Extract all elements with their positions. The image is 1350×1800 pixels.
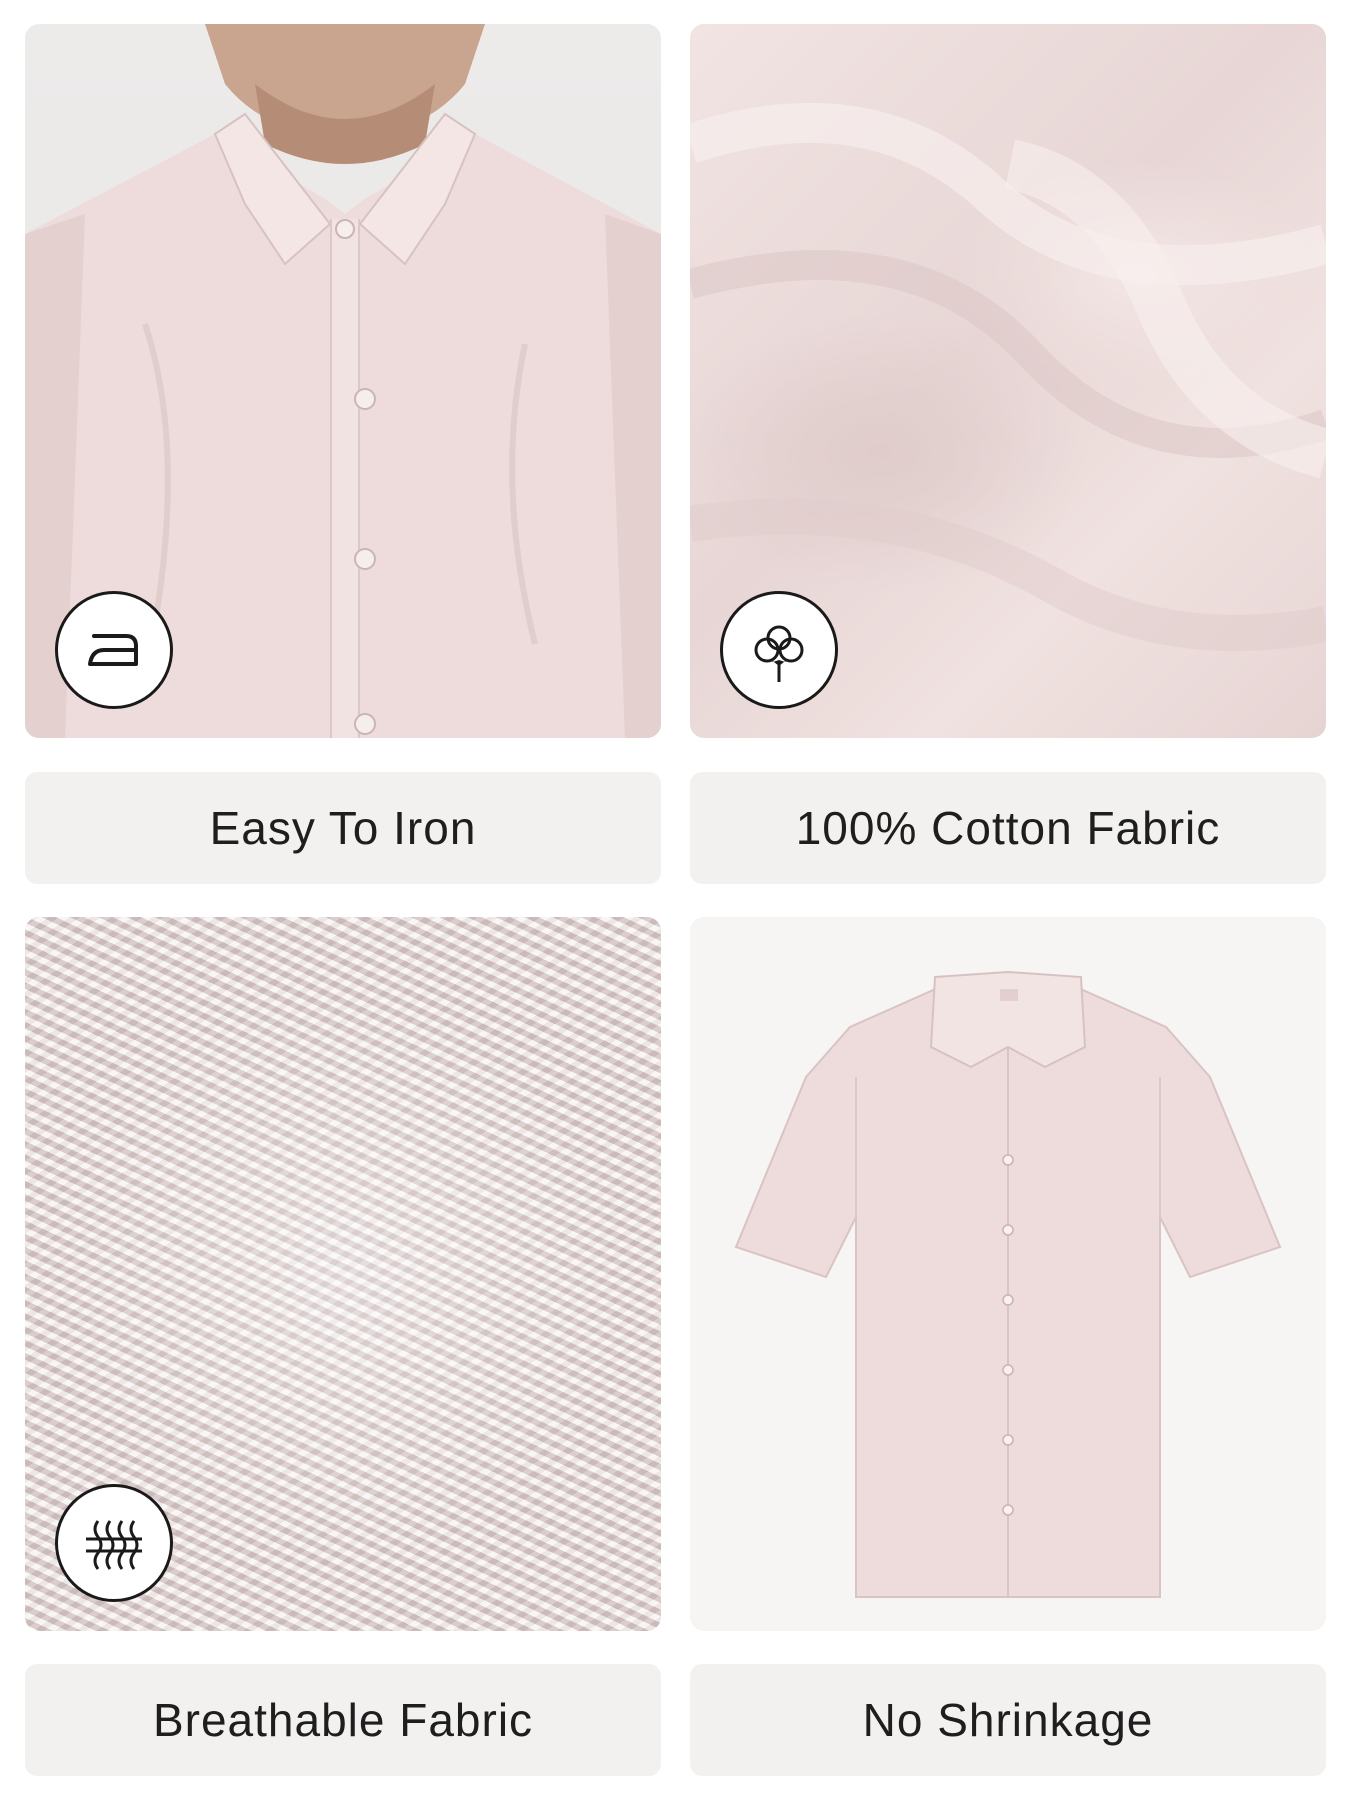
cotton-flower-icon bbox=[754, 625, 804, 682]
iron-badge bbox=[55, 591, 173, 709]
feature-label-no-shrinkage: No Shrinkage bbox=[690, 1664, 1326, 1776]
cotton-badge bbox=[720, 591, 838, 709]
feature-label-text: No Shrinkage bbox=[862, 1694, 1154, 1746]
feature-label-breathable-fabric: Breathable Fabric bbox=[25, 1664, 661, 1776]
feature-label-text: Breathable Fabric bbox=[152, 1694, 534, 1746]
breathable-fabric-icon bbox=[86, 1520, 142, 1570]
flat-lay-shirt-illustration bbox=[734, 970, 1282, 1598]
iron-icon bbox=[88, 634, 138, 666]
feature-label-cotton-fabric: 100% Cotton Fabric bbox=[690, 772, 1326, 884]
fabric-drape-photo bbox=[690, 24, 1326, 738]
fabric-weave-photo bbox=[25, 917, 661, 1631]
feature-label-easy-to-iron: Easy To Iron bbox=[25, 772, 661, 884]
breathable-badge bbox=[55, 1484, 173, 1602]
feature-label-text: Easy To Iron bbox=[209, 802, 477, 854]
model-shirt-photo bbox=[25, 24, 661, 738]
feature-label-text: 100% Cotton Fabric bbox=[795, 802, 1221, 854]
flat-lay-shirt-photo bbox=[690, 917, 1326, 1631]
